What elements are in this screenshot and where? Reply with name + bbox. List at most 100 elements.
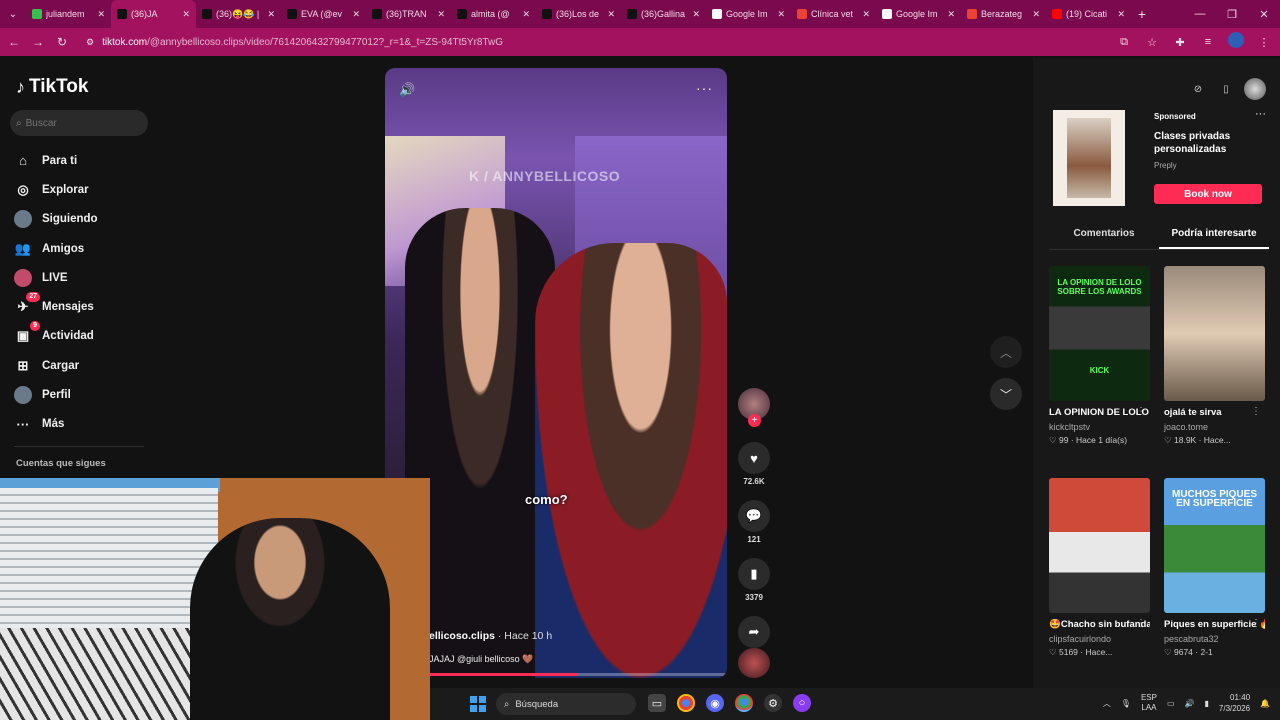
tab-close-icon[interactable]: ✕ (437, 9, 445, 20)
tab-close-icon[interactable]: ✕ (692, 9, 700, 20)
steam-icon[interactable]: ⚙ (764, 694, 782, 712)
comment-icon[interactable]: 💬 (738, 500, 770, 532)
close-window-icon[interactable]: ✕ (1248, 0, 1280, 28)
sidebar-item[interactable]: Siguiendo (14, 205, 98, 234)
heart-icon[interactable]: ♥ (738, 442, 770, 474)
video-thumbnail[interactable]: MUCHOS PIQUES EN SUPERFICIE (1164, 478, 1265, 613)
browser-tab[interactable]: (19) Cicati ✕ (1046, 0, 1131, 28)
browser-tab[interactable]: Google Im ✕ (706, 0, 791, 28)
profile-avatar-icon[interactable] (1228, 32, 1244, 48)
card-user[interactable]: joaco.tome (1164, 422, 1265, 432)
chrome-active-icon[interactable] (735, 694, 753, 712)
browser-tab[interactable]: almita (@ ✕ (451, 0, 536, 28)
browser-menu-icon[interactable]: ⋮ (1256, 32, 1272, 52)
suggested-video-card[interactable]: LA OPINION DE LOLO SOBRE LOS AWARDS KICK … (1049, 266, 1150, 446)
bookmark-icon[interactable]: ▮ (738, 558, 770, 590)
share-icon[interactable]: ➦ (738, 616, 770, 648)
browser-tab[interactable]: (36)JA ✕ (111, 0, 196, 28)
sidebar-item[interactable]: ▣ 9 Actividad (14, 321, 98, 351)
card-title[interactable]: Piques en superficie 🔥 lug... (1164, 619, 1265, 631)
video-author[interactable]: ellicoso.clips (429, 630, 495, 642)
url-field[interactable]: ⚙ tiktok.com/@annybellicoso.clips/video/… (86, 32, 1106, 52)
card-user[interactable]: kickcltpstv (1049, 422, 1150, 432)
browser-tab[interactable]: (36)Los de ✕ (536, 0, 621, 28)
browser-tab[interactable]: (36)😝😂 | ✕ (196, 0, 281, 28)
app-purple-icon[interactable]: ○ (793, 694, 811, 712)
search-box[interactable]: ⌕ (10, 110, 148, 136)
video-progress-bar[interactable] (429, 673, 727, 676)
sidebar-item[interactable]: ◎ Explorar (14, 175, 98, 204)
browser-tab[interactable]: Google Im ✕ (876, 0, 961, 28)
sidebar-item[interactable]: ⌂ Para ti (14, 146, 98, 175)
extensions-icon[interactable]: ✚ (1172, 32, 1188, 52)
discord-icon[interactable]: ◉ (706, 694, 724, 712)
new-tab-button[interactable]: + (1131, 6, 1153, 22)
tray-overflow-icon[interactable]: ︿ (1103, 698, 1111, 709)
tab-comentarios[interactable]: Comentarios (1049, 226, 1159, 249)
tab-search-dropdown-icon[interactable]: ⌄ (0, 0, 26, 28)
tab-close-icon[interactable]: ✕ (182, 9, 190, 20)
suggested-video-card[interactable]: MUCHOS PIQUES EN SUPERFICIE Piques en su… (1164, 478, 1265, 658)
card-more-icon[interactable]: ⋮ (1136, 618, 1146, 629)
suggested-video-card[interactable]: ojalá te sirva ⋮ joaco.tome ♡ 18.9K · Ha… (1164, 266, 1265, 446)
clock[interactable]: 01:40 7/3/2026 (1219, 692, 1250, 714)
creator-avatar[interactable]: + (738, 388, 770, 427)
card-more-icon[interactable]: ⋮ (1136, 406, 1146, 417)
tab-close-icon[interactable]: ✕ (1117, 9, 1125, 20)
video-player[interactable]: K / ANNYBELLICOSO como? 🔊 ··· ellicoso.c… (385, 68, 727, 678)
taskbar-search[interactable]: ⌕ Búsqueda (496, 693, 636, 715)
ad-more-icon[interactable]: ··· (1255, 108, 1266, 120)
chrome-icon[interactable] (677, 694, 695, 712)
ad-title[interactable]: Clases privadas personalizadas (1154, 130, 1254, 156)
tab-close-icon[interactable]: ✕ (947, 9, 955, 20)
sidebar-item[interactable]: LIVE (14, 263, 98, 292)
device-icon[interactable]: ▯ (1216, 79, 1236, 99)
language-indicator[interactable]: ESP LAA (1141, 693, 1157, 713)
suggested-video-card[interactable]: 🤩Chacho sin bufanda no es... ⋮ clipsfacu… (1049, 478, 1150, 658)
minimize-icon[interactable]: — (1184, 0, 1216, 28)
sidebar-item[interactable]: ✈ 27 Mensajes (14, 292, 98, 321)
reading-list-icon[interactable]: ≡ (1200, 32, 1216, 52)
browser-tab[interactable]: Berazateg ✕ (961, 0, 1046, 28)
tab-close-icon[interactable]: ✕ (777, 9, 785, 20)
sidebar-item[interactable]: ··· Más (14, 410, 98, 439)
card-title[interactable]: LA OPINION DE LOLO SOBRE LO... (1049, 407, 1150, 419)
volume-icon[interactable]: 🔊 (1185, 699, 1195, 708)
card-user[interactable]: clipsfacuirlondo (1049, 634, 1150, 644)
ad-book-now-button[interactable]: Book now (1154, 184, 1262, 204)
video-author-line[interactable]: ellicoso.clips · Hace 10 h (429, 630, 552, 642)
card-more-icon[interactable]: ⋮ (1251, 618, 1261, 629)
sidebar-item[interactable]: ⊞ Cargar (14, 351, 98, 380)
sound-icon[interactable]: 🔊 (399, 82, 415, 98)
reload-icon[interactable]: ↻ (50, 35, 74, 49)
follow-plus-icon[interactable]: + (748, 414, 761, 427)
windows-start-icon[interactable] (470, 696, 486, 712)
forward-icon[interactable]: → (26, 35, 50, 49)
browser-tab[interactable]: EVA (@ev ✕ (281, 0, 366, 28)
battery-icon[interactable]: ▮ (1204, 699, 1208, 708)
comment-action[interactable]: 💬 121 (736, 500, 772, 544)
video-more-icon[interactable]: ··· (696, 80, 713, 96)
video-thumbnail[interactable] (1049, 478, 1150, 613)
browser-tab[interactable]: (36)TRAN ✕ (366, 0, 451, 28)
site-info-icon[interactable]: ⚙ (86, 37, 94, 48)
like-action[interactable]: ♥ 72.6K (736, 442, 772, 486)
video-thumbnail[interactable]: LA OPINION DE LOLO SOBRE LOS AWARDS KICK (1049, 266, 1150, 401)
previous-video-chevron-up-icon[interactable]: ︿ (990, 336, 1022, 368)
tab-close-icon[interactable]: ✕ (267, 9, 275, 20)
task-view-icon[interactable]: ▭ (648, 694, 666, 712)
notifications-icon[interactable]: 🔔 (1260, 699, 1270, 708)
save-action[interactable]: ▮ 3379 (736, 558, 772, 602)
compass-icon[interactable]: ⊘ (1188, 79, 1208, 99)
tab-close-icon[interactable]: ✕ (1032, 9, 1040, 20)
tiktok-logo[interactable]: ♪ TikTok (16, 76, 88, 98)
browser-tab[interactable]: juliandem ✕ (26, 0, 111, 28)
tab-close-icon[interactable]: ✕ (352, 9, 360, 20)
install-app-icon[interactable]: ⧉ (1116, 32, 1132, 52)
card-title[interactable]: ojalá te sirva (1164, 407, 1265, 419)
video-thumbnail[interactable] (1164, 266, 1265, 401)
restore-icon[interactable]: ❐ (1216, 0, 1248, 28)
browser-tab[interactable]: Clínica vet ✕ (791, 0, 876, 28)
music-disc-avatar[interactable] (738, 648, 770, 678)
tab-close-icon[interactable]: ✕ (862, 9, 870, 20)
